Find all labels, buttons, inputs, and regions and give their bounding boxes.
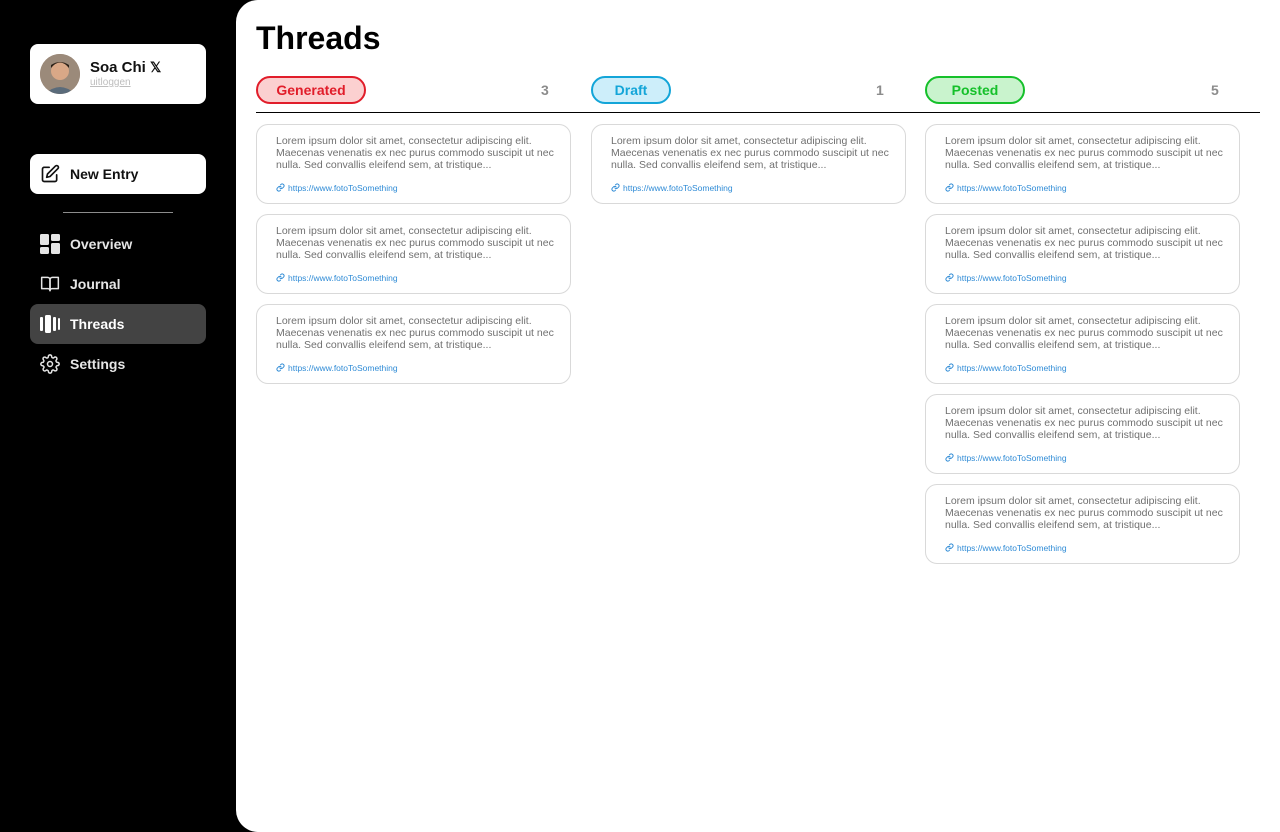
page-title: Threads	[256, 20, 381, 56]
sidebar-item-label: Settings	[70, 356, 126, 372]
sidebar-item-label: Journal	[70, 276, 121, 292]
thread-card-url: https://www.fotoToSomething	[957, 183, 1067, 193]
thread-card-text: Lorem ipsum dolor sit amet, consectetur …	[945, 405, 1223, 441]
column-count: 1	[876, 82, 884, 98]
edit-icon	[41, 164, 60, 183]
new-entry-button[interactable]: New Entry	[30, 154, 206, 194]
link-icon	[276, 363, 285, 372]
link-icon	[945, 453, 954, 462]
main-panel: Threads Generated 3 Lorem ipsum dolor sit …	[236, 0, 1280, 832]
link-icon	[945, 183, 954, 192]
thread-card[interactable]: Lorem ipsum dolor sit amet, consectetur …	[925, 394, 1240, 474]
thread-card[interactable]: Lorem ipsum dolor sit amet, consectetur …	[925, 214, 1240, 294]
thread-card[interactable]: Lorem ipsum dolor sit amet, consectetur …	[925, 304, 1240, 384]
thread-card-text: Lorem ipsum dolor sit amet, consectetur …	[945, 315, 1223, 351]
thread-card[interactable]: Lorem ipsum dolor sit amet, consectetur …	[256, 124, 571, 204]
thread-card-text: Lorem ipsum dolor sit amet, consectetur …	[611, 135, 889, 171]
thread-card-link[interactable]: https://www.fotoToSomething	[945, 453, 1067, 463]
thread-card[interactable]: Lorem ipsum dolor sit amet, consectetur …	[925, 484, 1240, 564]
thread-card-text: Lorem ipsum dolor sit amet, consectetur …	[276, 315, 554, 351]
thread-card-url: https://www.fotoToSomething	[957, 273, 1067, 283]
dashboard-icon	[40, 234, 60, 254]
thread-card-url: https://www.fotoToSomething	[288, 273, 398, 283]
thread-card-link[interactable]: https://www.fotoToSomething	[945, 543, 1067, 553]
thread-card-text: Lorem ipsum dolor sit amet, consectetur …	[276, 135, 554, 171]
thread-card-link[interactable]: https://www.fotoToSomething	[945, 183, 1067, 193]
link-icon	[945, 363, 954, 372]
link-icon	[611, 183, 620, 192]
thread-card-url: https://www.fotoToSomething	[957, 543, 1067, 553]
thread-card-url: https://www.fotoToSomething	[288, 363, 398, 373]
sidebar-divider	[63, 212, 173, 213]
column-header-divider	[256, 112, 1260, 113]
link-icon	[945, 273, 954, 282]
sidebar-item-settings[interactable]: Settings	[30, 344, 206, 384]
gear-icon	[40, 354, 60, 374]
link-icon	[276, 183, 285, 192]
status-badge-generated[interactable]: Generated	[256, 76, 366, 104]
link-icon	[276, 273, 285, 282]
sidebar-item-label: Overview	[70, 236, 133, 252]
thread-card-url: https://www.fotoToSomething	[957, 453, 1067, 463]
book-icon	[40, 276, 60, 292]
thread-card[interactable]: Lorem ipsum dolor sit amet, consectetur …	[925, 124, 1240, 204]
sidebar-item-journal[interactable]: Journal	[30, 264, 206, 304]
thread-card-url: https://www.fotoToSomething	[623, 183, 733, 193]
thread-card[interactable]: Lorem ipsum dolor sit amet, consectetur …	[591, 124, 906, 204]
thread-card-link[interactable]: https://www.fotoToSomething	[945, 273, 1067, 283]
sidebar-item-label: Threads	[70, 316, 125, 332]
thread-card-link[interactable]: https://www.fotoToSomething	[276, 363, 398, 373]
thread-card-text: Lorem ipsum dolor sit amet, consectetur …	[276, 225, 554, 261]
thread-card[interactable]: Lorem ipsum dolor sit amet, consectetur …	[256, 214, 571, 294]
threads-icon	[40, 315, 60, 333]
x-icon[interactable]: 𝕏	[150, 59, 161, 76]
thread-card-link[interactable]: https://www.fotoToSomething	[276, 273, 398, 283]
column-count: 5	[1211, 82, 1219, 98]
column-count: 3	[541, 82, 549, 98]
avatar	[40, 54, 80, 94]
logout-link[interactable]: uitloggen	[90, 77, 131, 88]
new-entry-label: New Entry	[70, 166, 139, 182]
thread-card-link[interactable]: https://www.fotoToSomething	[276, 183, 398, 193]
link-icon	[945, 543, 954, 552]
thread-card-link[interactable]: https://www.fotoToSomething	[945, 363, 1067, 373]
sidebar-item-threads[interactable]: Threads	[30, 304, 206, 344]
thread-card-link[interactable]: https://www.fotoToSomething	[611, 183, 733, 193]
sidebar: Soa Chi 𝕏 uitloggen New Entry Overview J…	[0, 0, 236, 832]
thread-card-text: Lorem ipsum dolor sit amet, consectetur …	[945, 495, 1223, 531]
thread-card[interactable]: Lorem ipsum dolor sit amet, consectetur …	[256, 304, 571, 384]
profile-name: Soa Chi	[90, 59, 146, 76]
status-badge-posted[interactable]: Posted	[925, 76, 1025, 104]
thread-card-text: Lorem ipsum dolor sit amet, consectetur …	[945, 135, 1223, 171]
thread-card-url: https://www.fotoToSomething	[957, 363, 1067, 373]
sidebar-item-overview[interactable]: Overview	[30, 224, 206, 264]
thread-card-text: Lorem ipsum dolor sit amet, consectetur …	[945, 225, 1223, 261]
thread-card-url: https://www.fotoToSomething	[288, 183, 398, 193]
status-badge-draft[interactable]: Draft	[591, 76, 671, 104]
profile-card[interactable]: Soa Chi 𝕏 uitloggen	[30, 44, 206, 104]
